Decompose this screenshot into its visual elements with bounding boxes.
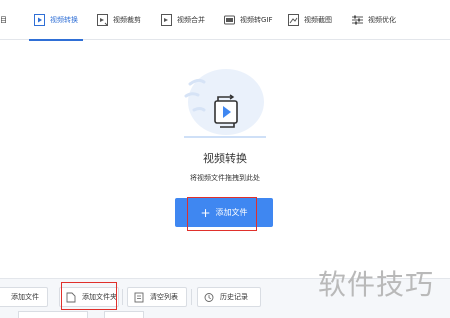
tab-label: 视频截图 [304, 16, 332, 24]
tab-video-screenshot[interactable]: 视频截图 [288, 0, 332, 40]
video-to-gif-icon [224, 15, 235, 25]
add-file-bottom-button[interactable]: 添加文件 [0, 287, 48, 307]
tab-video-convert[interactable]: 视频转换 [29, 0, 83, 41]
video-optimize-icon [352, 15, 363, 25]
add-file-button[interactable]: + 添加文件 [175, 198, 273, 227]
video-convert-icon [34, 14, 45, 26]
plus-icon: + [200, 205, 211, 220]
history-button[interactable]: 历史记录 [197, 287, 261, 307]
tab-label: 视频合并 [177, 16, 205, 24]
add-folder-icon [66, 292, 76, 302]
history-label: 历史记录 [220, 293, 248, 301]
tab-video-merge[interactable]: 视频合并 [161, 0, 205, 40]
tab-video-optimize[interactable]: 视频优化 [352, 0, 396, 40]
add-folder-label: 添加文件夹 [82, 293, 117, 301]
tab-label: 视频转换 [50, 16, 78, 24]
add-folder-button[interactable]: 添加文件夹 [59, 287, 119, 307]
clear-list-label: 清空列表 [150, 293, 178, 301]
drop-hint: 将视频文件拖拽到此处 [190, 174, 260, 182]
video-play-illustration-icon [184, 69, 266, 138]
tab-label: 视频裁剪 [113, 16, 141, 24]
partial-control[interactable] [18, 311, 88, 318]
tab-label: 视频优化 [368, 16, 396, 24]
tab-partial-label: 目 [0, 16, 7, 24]
divider [191, 289, 192, 305]
video-screenshot-icon [288, 14, 299, 26]
drop-zone-illustration[interactable] [176, 68, 274, 142]
add-file-button-label: 添加文件 [215, 208, 248, 217]
video-trim-icon [97, 14, 108, 26]
divider [122, 289, 123, 305]
tab-video-to-gif[interactable]: 视频转GIF [224, 0, 273, 40]
page-title: 视频转换 [203, 152, 247, 165]
partial-control[interactable] [104, 311, 144, 318]
watermark: 软件技巧 [318, 268, 435, 301]
video-merge-icon [161, 14, 172, 26]
top-tab-bar: 目 视频转换 视频裁剪 视频合并 视频转GIF 视频截图 视频优化 [0, 0, 450, 41]
clear-list-icon [134, 292, 144, 302]
history-icon [204, 292, 214, 302]
tab-video-trim[interactable]: 视频裁剪 [97, 0, 141, 40]
clear-list-button[interactable]: 清空列表 [127, 287, 187, 307]
add-file-label: 添加文件 [11, 293, 39, 301]
tab-label: 视频转GIF [240, 16, 273, 24]
